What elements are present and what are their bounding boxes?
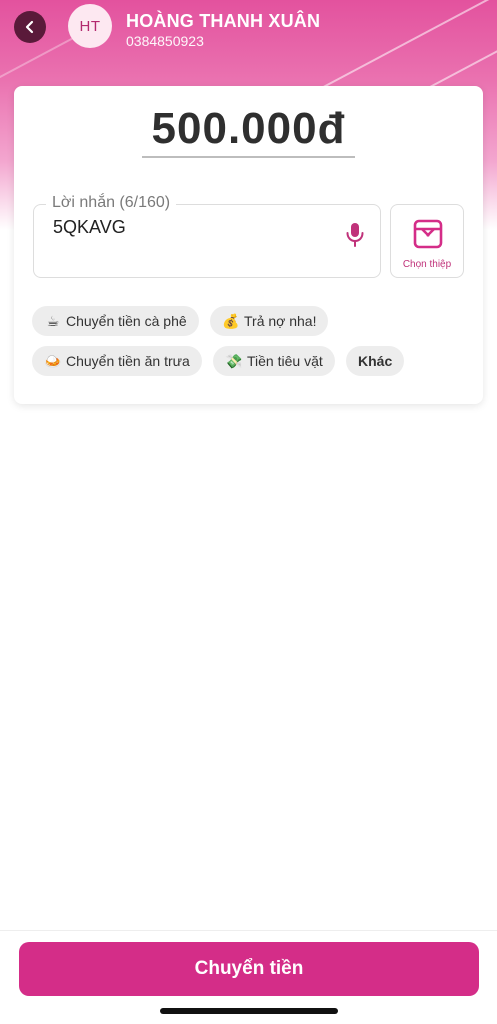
- coffee-icon: ☕: [46, 314, 60, 330]
- back-button[interactable]: [14, 11, 46, 43]
- chip-label: Chuyển tiền ăn trưa: [66, 353, 190, 369]
- suggestion-chip-other[interactable]: Khác: [346, 346, 405, 376]
- suggestion-chip-coffee[interactable]: ☕ Chuyển tiền cà phê: [32, 306, 199, 336]
- message-label: Lời nhắn (6/160): [46, 194, 177, 212]
- footer-divider: [0, 930, 497, 931]
- message-field[interactable]: Lời nhắn (6/160) 5QKAVG: [33, 194, 381, 278]
- avatar: HT: [68, 4, 112, 48]
- chip-label: Tiền tiêu vặt: [247, 353, 323, 369]
- transfer-card: 500.000đ Lời nhắn (6/160) 5QKAVG Chọn th…: [14, 86, 483, 404]
- microphone-icon[interactable]: [344, 221, 366, 249]
- money-bag-icon: 💰: [222, 314, 240, 330]
- suggestion-chip-pocket-money[interactable]: 💸 Tiền tiêu vặt: [213, 346, 335, 376]
- decorative-streak: [312, 0, 497, 94]
- greeting-card-icon: [413, 219, 443, 249]
- money-wings-icon: 💸: [225, 354, 243, 370]
- transfer-button[interactable]: Chuyển tiền: [19, 942, 479, 996]
- avatar-initials: HT: [79, 17, 101, 35]
- home-indicator: [160, 1008, 338, 1014]
- chip-label: Khác: [358, 353, 393, 369]
- suggestion-chip-lunch[interactable]: 🍛 Chuyển tiền ăn trưa: [32, 346, 202, 376]
- transfer-screen: HT HOÀNG THANH XUÂN 0384850923 500.000đ …: [0, 0, 497, 1024]
- chip-label: Chuyển tiền cà phê: [66, 313, 187, 329]
- amount-underline: [142, 156, 355, 158]
- choose-card-label: Chọn thiệp: [402, 259, 452, 270]
- suggestion-chip-debt[interactable]: 💰 Trả nợ nha!: [210, 306, 329, 336]
- amount-input[interactable]: 500.000đ: [14, 104, 483, 154]
- chevron-left-icon: [25, 20, 34, 34]
- message-input[interactable]: 5QKAVG: [53, 217, 126, 238]
- recipient-phone: 0384850923: [126, 33, 204, 49]
- food-bowl-icon: 🍛: [44, 354, 62, 370]
- chip-label: Trả nợ nha!: [244, 313, 317, 329]
- choose-card-button[interactable]: Chọn thiệp: [390, 204, 464, 278]
- recipient-name: HOÀNG THANH XUÂN: [126, 11, 321, 31]
